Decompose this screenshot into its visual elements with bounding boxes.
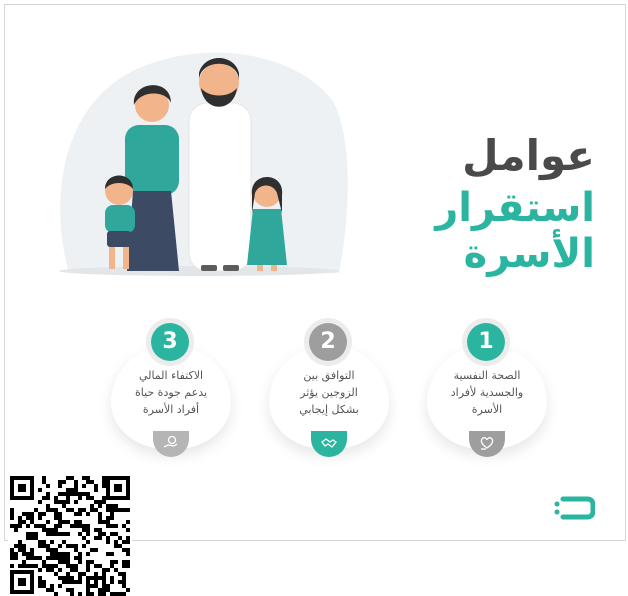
factor-text-line: يدعم جودة حياة [134, 386, 208, 399]
money-hand-icon [163, 435, 178, 448]
factor-card-1: 1 الصحة النفسية والجسدية لأفراد الأسرة [417, 323, 557, 463]
factor-number-badge: 1 [467, 323, 505, 361]
infographic-card: عوامل استقرار الأسرة 1 الصحة النفسية وال… [4, 4, 626, 541]
factor-icon-tab [153, 431, 189, 457]
factor-text: الاكتفاء المالي يدعم جودة حياة أفراد الأ… [117, 367, 225, 418]
handshake-icon [321, 438, 337, 448]
factor-icon-tab [469, 431, 505, 457]
heart-hand-icon [480, 437, 494, 450]
factor-text-line: بشكل إيجابي [299, 403, 359, 416]
factor-text-line: والجسدية لأفراد [450, 386, 524, 399]
factor-text-line: الاكتفاء المالي [138, 369, 204, 382]
title-line-2: استقرار الأسرة [435, 185, 595, 277]
factor-text-line: الأسرة [471, 403, 503, 416]
factor-text-line: التوافق بين [303, 369, 355, 382]
factor-text-line: الصحة النفسية [453, 369, 521, 382]
factor-icon-tab [311, 431, 347, 457]
factor-card-3: 3 الاكتفاء المالي يدعم جودة حياة أفراد ا… [101, 323, 241, 463]
factor-text: الصحة النفسية والجسدية لأفراد الأسرة [433, 367, 541, 418]
brand-logo [554, 496, 595, 520]
factor-card-2: 2 التوافق بين الزوجين يؤثر بشكل إيجابي [259, 323, 399, 463]
factor-number-badge: 3 [151, 323, 189, 361]
factor-text-line: أفراد الأسرة [142, 403, 200, 416]
qr-code[interactable] [8, 474, 132, 596]
title-line-1: عوامل [462, 131, 595, 180]
factor-text-line: الزوجين يؤثر [300, 386, 358, 399]
factor-text: التوافق بين الزوجين يؤثر بشكل إيجابي [275, 367, 383, 418]
factor-number-badge: 2 [309, 323, 347, 361]
